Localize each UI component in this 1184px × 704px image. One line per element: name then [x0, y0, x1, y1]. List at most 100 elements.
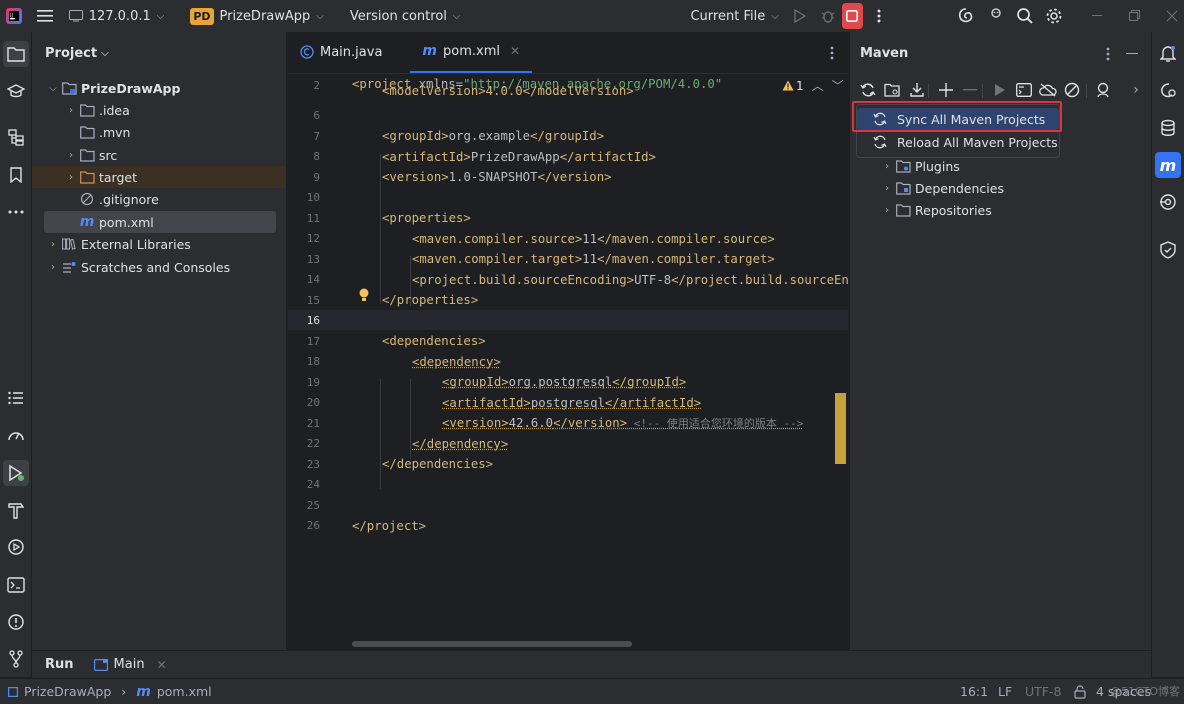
watermark-text: @51CTO博客 [1110, 685, 1181, 698]
tree-item-idea[interactable]: › .idea [32, 99, 286, 121]
run-tool-icon[interactable] [3, 460, 29, 486]
todo-icon[interactable] [3, 385, 29, 411]
services-icon[interactable] [3, 534, 29, 560]
offline-mode-icon[interactable] [1038, 80, 1058, 100]
tab-main-java[interactable]: Main.java [288, 31, 394, 73]
breadcrumb-file[interactable]: pom.xml [157, 684, 212, 699]
run-config-selector[interactable]: Current File ⌵ [684, 4, 784, 28]
tree-item-gitignore[interactable]: .gitignore [32, 188, 286, 210]
breadcrumb-project[interactable]: PrizeDrawApp [24, 684, 111, 699]
error-stripe-warning-marker[interactable] [835, 393, 846, 464]
tab-pom-xml[interactable]: m pom.xml ✕ [410, 31, 533, 73]
close-tab-icon[interactable]: ✕ [510, 44, 520, 58]
run-icon[interactable] [789, 2, 812, 30]
ai-assistant-icon[interactable] [955, 2, 978, 30]
learn-icon[interactable] [3, 78, 29, 104]
terminal-icon[interactable] [3, 572, 29, 598]
analyze-dependencies-icon[interactable] [1094, 80, 1114, 100]
run-tab-main[interactable]: Main ✕ [93, 657, 167, 672]
code-area[interactable]: <project xmlns="http://maven.apache.org/… [350, 74, 848, 650]
more-actions-icon[interactable] [867, 2, 890, 30]
debug-icon[interactable] [816, 2, 839, 30]
bookmarks-icon[interactable] [3, 162, 29, 188]
structure-icon[interactable] [3, 125, 29, 151]
maven-tree-plugins[interactable]: › Plugins [880, 155, 1130, 177]
line-separator[interactable]: LF [998, 684, 1012, 699]
security-shield-icon[interactable] [1155, 237, 1181, 263]
git-icon[interactable] [3, 646, 29, 672]
code-line-20: <artifactId>postgresql</artifactId> [442, 396, 702, 410]
dependencies-folder-icon [894, 180, 912, 196]
next-highlight-icon[interactable]: ﹀ [832, 77, 844, 94]
tree-item-external-libraries[interactable]: › External Libraries [32, 233, 286, 255]
search-icon[interactable] [1013, 2, 1036, 30]
stop-button[interactable] [841, 3, 864, 29]
add-maven-project-icon[interactable] [882, 80, 902, 100]
maven-tree-repositories[interactable]: › Repositories [880, 199, 1130, 221]
line-number: 22 [306, 437, 320, 450]
download-sources-icon[interactable] [907, 80, 927, 100]
chevron-down-icon: ⌵ [101, 47, 109, 59]
tree-item-src[interactable]: › src [32, 144, 286, 166]
chevron-right-icon: › [121, 684, 127, 699]
editor-more-icon[interactable] [830, 46, 834, 60]
menu-item-reload-all[interactable]: Reload All Maven Projects [857, 131, 1059, 153]
toolbar-separator [982, 84, 983, 98]
ai-chat-icon[interactable] [1155, 78, 1181, 104]
chevron-right-icon[interactable]: › [1126, 80, 1146, 100]
tree-item-mvn[interactable]: .mvn [32, 121, 286, 143]
project-selector[interactable]: PD PrizeDrawApp ⌵ [184, 4, 330, 28]
tree-item-label: Repositories [915, 202, 992, 218]
remove-icon[interactable] [960, 80, 980, 100]
skip-tests-icon[interactable] [1062, 80, 1082, 100]
reload-icon[interactable] [858, 80, 878, 100]
project-tool-icon[interactable] [3, 41, 29, 67]
tree-item-target[interactable]: › target [32, 166, 286, 188]
add-icon[interactable] [936, 80, 956, 100]
maven-hide-icon[interactable] [1126, 53, 1138, 54]
java-class-icon [300, 45, 314, 59]
remote-host-selector[interactable]: 127.0.0.1 ⌵ [63, 4, 171, 28]
problems-icon[interactable] [3, 609, 29, 635]
endpoints-icon[interactable] [1155, 189, 1181, 215]
notifications-icon[interactable] [1155, 41, 1181, 67]
close-tab-icon[interactable]: ✕ [157, 658, 167, 672]
previous-highlight-icon[interactable]: ︿ [812, 77, 824, 94]
tree-item-scratches[interactable]: › Scratches and Consoles [32, 256, 286, 278]
code-line-11: <properties> [382, 211, 471, 225]
line-number: 13 [306, 253, 320, 266]
build-icon[interactable] [3, 497, 29, 523]
project-name: PrizeDrawApp [219, 8, 311, 24]
code-line-8: <artifactId>PrizeDrawApp</artifactId> [382, 150, 656, 164]
code-with-me-icon[interactable] [984, 2, 1007, 30]
file-encoding[interactable]: UTF-8 [1025, 684, 1061, 699]
inspection-widget[interactable]: 1 ︿ ﹀ [782, 77, 844, 94]
maven-options-icon[interactable] [1106, 47, 1110, 61]
line-number: 2 [313, 79, 320, 92]
read-only-lock-icon[interactable] [1074, 685, 1086, 699]
chevron-right-icon: › [885, 160, 889, 172]
tree-item-root[interactable]: ⌵ PrizeDrawApp [32, 77, 286, 99]
warning-icon [782, 80, 794, 91]
tree-item-pom[interactable]: m pom.xml [44, 211, 276, 233]
more-tools-icon[interactable] [3, 199, 29, 225]
settings-gear-icon[interactable] [1043, 2, 1066, 30]
main-menu-icon[interactable] [33, 2, 56, 30]
horizontal-scrollbar[interactable] [352, 641, 632, 647]
caret-position[interactable]: 16:1 [960, 684, 988, 699]
execute-goal-icon[interactable] [1014, 80, 1034, 100]
maven-tool-icon[interactable]: m [1155, 152, 1181, 178]
restore-icon[interactable] [1123, 2, 1146, 30]
database-icon[interactable] [1155, 115, 1181, 141]
run-config-icon [93, 658, 108, 671]
app-logo-icon[interactable]: IJ [2, 2, 25, 30]
project-panel-header[interactable]: Project ⌵ [32, 32, 286, 74]
run-maven-build-icon[interactable] [990, 80, 1010, 100]
profiler-icon[interactable] [3, 422, 29, 448]
line-number-current: 16 [306, 314, 320, 327]
line-number: 6 [313, 109, 320, 122]
vcs-selector[interactable]: Version control ⌵ [344, 4, 467, 28]
maven-tree-dependencies[interactable]: › Dependencies [880, 177, 1130, 199]
minimize-icon[interactable] [1086, 2, 1109, 30]
close-icon[interactable] [1161, 2, 1184, 30]
